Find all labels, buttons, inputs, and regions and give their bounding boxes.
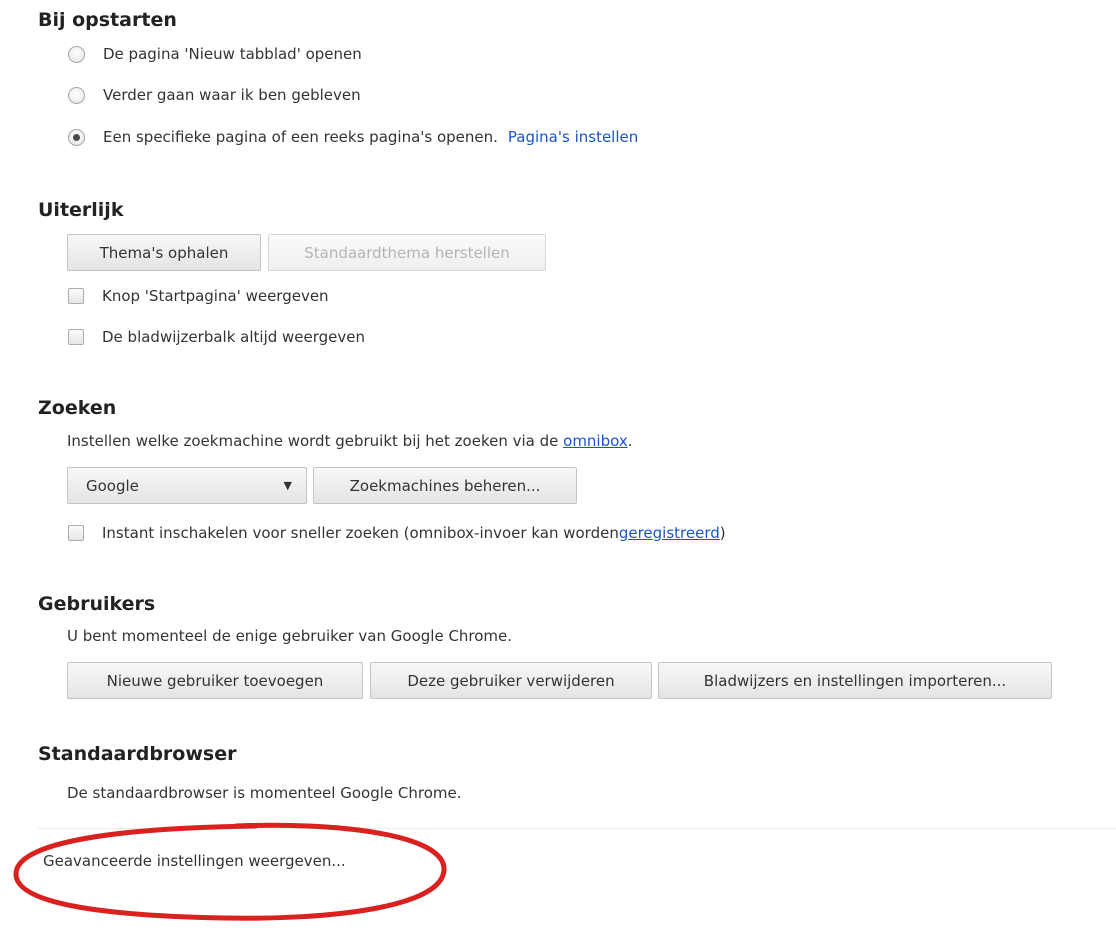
default-browser-description: De standaardbrowser is momenteel Google … — [67, 784, 462, 802]
show-bookmarks-bar-label: De bladwijzerbalk altijd weergeven — [102, 328, 366, 346]
radio-specific-pages[interactable] — [68, 128, 85, 146]
search-section: Zoeken — [38, 396, 116, 420]
show-home-button-option[interactable]: Knop 'Startpagina' weergeven — [68, 287, 329, 305]
default-browser-section: Standaardbrowser — [38, 742, 236, 766]
show-home-button-label: Knop 'Startpagina' weergeven — [102, 287, 329, 305]
set-pages-link[interactable]: Pagina's instellen — [508, 128, 638, 146]
users-section: Gebruikers — [38, 592, 155, 616]
startup-option-label: Verder gaan waar ik ben gebleven — [103, 86, 361, 104]
chevron-down-icon: ▼ — [283, 479, 292, 492]
instant-option[interactable]: Instant inschakelen voor sneller zoeken … — [68, 524, 726, 542]
startup-option-specific-pages[interactable]: Een specifieke pagina of een reeks pagin… — [68, 128, 638, 146]
search-description: Instellen welke zoekmachine wordt gebrui… — [67, 432, 633, 450]
instant-label: Instant inschakelen voor sneller zoeken … — [102, 524, 619, 542]
import-bookmarks-button[interactable]: Bladwijzers en instellingen importeren..… — [658, 662, 1052, 699]
search-description-text: Instellen welke zoekmachine wordt gebrui… — [67, 432, 564, 450]
startup-section: Bij opstarten — [38, 8, 177, 32]
appearance-title: Uiterlijk — [38, 199, 124, 221]
registered-link[interactable]: geregistreerd — [619, 524, 720, 542]
instant-checkbox[interactable] — [68, 525, 84, 541]
users-description: U bent momenteel de enige gebruiker van … — [67, 627, 513, 645]
radio-new-tab[interactable] — [68, 45, 85, 63]
startup-option-label: De pagina 'Nieuw tabblad' openen — [103, 45, 362, 63]
startup-title: Bij opstarten — [38, 9, 177, 31]
startup-option-label: Een specifieke pagina of een reeks pagin… — [103, 128, 498, 146]
startup-option-new-tab[interactable]: De pagina 'Nieuw tabblad' openen — [68, 45, 362, 63]
search-engine-value: Google — [86, 476, 139, 495]
reset-theme-button: Standaardthema herstellen — [268, 234, 546, 271]
search-title: Zoeken — [38, 397, 117, 419]
search-description-end: . — [627, 432, 633, 450]
radio-continue[interactable] — [68, 86, 85, 104]
show-home-button-checkbox[interactable] — [68, 288, 84, 304]
get-themes-button[interactable]: Thema's ophalen — [67, 234, 261, 271]
default-browser-title: Standaardbrowser — [38, 743, 237, 765]
startup-option-continue[interactable]: Verder gaan waar ik ben gebleven — [68, 86, 361, 104]
show-bookmarks-bar-option[interactable]: De bladwijzerbalk altijd weergeven — [68, 328, 365, 346]
remove-user-button[interactable]: Deze gebruiker verwijderen — [370, 662, 652, 699]
annotation-circle — [13, 822, 447, 921]
omnibox-link[interactable]: omnibox — [563, 432, 628, 450]
show-bookmarks-bar-checkbox[interactable] — [68, 329, 84, 345]
add-user-button[interactable]: Nieuwe gebruiker toevoegen — [67, 662, 363, 699]
users-title: Gebruikers — [38, 593, 156, 615]
appearance-section: Uiterlijk — [38, 198, 123, 222]
manage-search-engines-button[interactable]: Zoekmachines beheren... — [313, 467, 577, 504]
search-engine-select[interactable]: Google ▼ — [67, 467, 307, 504]
instant-label-end: ) — [719, 524, 726, 542]
